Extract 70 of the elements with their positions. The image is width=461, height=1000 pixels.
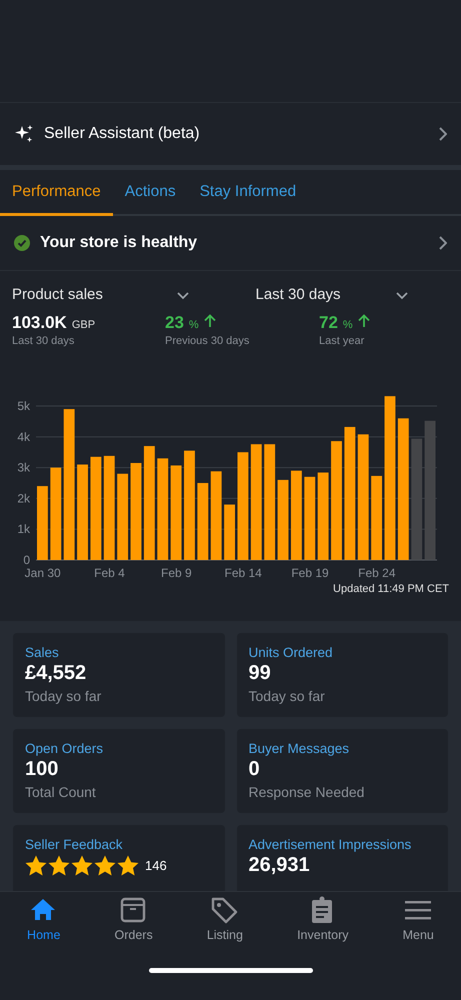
stat-value: 23 xyxy=(165,313,184,333)
axis-label: 1k xyxy=(17,522,30,536)
updated-time: Updated 11:49 PM CET xyxy=(332,583,450,595)
nav-tab[interactable]: Orders xyxy=(110,896,157,960)
star-icon xyxy=(71,855,93,876)
chevron-right-icon xyxy=(437,235,447,251)
star-icon xyxy=(94,855,116,876)
dropdown[interactable]: Product sales xyxy=(12,286,226,303)
sparkle-icon xyxy=(14,124,34,144)
tab[interactable]: Performance xyxy=(0,170,113,216)
tab[interactable]: Stay Informed xyxy=(188,170,308,216)
card-title: Buyer Messages xyxy=(248,741,350,756)
stat-value: 72 xyxy=(319,313,338,333)
health-label: Your store is healthy xyxy=(40,234,198,252)
stat-caption: Last year xyxy=(319,335,366,347)
card-value: £4,552 xyxy=(25,662,88,685)
nav-tab[interactable]: Listing xyxy=(202,896,247,960)
axis-label: 2k xyxy=(17,491,30,506)
nav-tab[interactable]: Home xyxy=(23,896,64,960)
unit-label: GBP xyxy=(72,319,96,331)
card-value: 100 xyxy=(25,758,60,781)
assistant-row[interactable]: Seller Assistant (beta) xyxy=(0,103,461,165)
metric-card[interactable]: Seller Feedback 146 xyxy=(13,825,224,891)
axis-label: 3k xyxy=(17,460,30,475)
rating-count: 146 xyxy=(145,858,167,873)
card-title: Sales xyxy=(25,645,60,660)
axis-label: Jan 30 xyxy=(24,566,61,580)
nav-tab[interactable]: Menu xyxy=(398,896,438,960)
axis-label: Feb 9 xyxy=(161,566,192,580)
card-title: Open Orders xyxy=(25,741,104,756)
unit-label: % xyxy=(342,319,353,331)
metric-card[interactable]: Advertisement Impressions 26,931 xyxy=(236,825,448,891)
axis-label: Feb 14 xyxy=(224,566,262,580)
chevron-right-icon xyxy=(437,126,447,142)
card-title: Advertisement Impressions xyxy=(248,837,412,852)
tab[interactable]: Actions xyxy=(112,170,188,216)
axis-label: Feb 19 xyxy=(291,566,329,580)
metric-card[interactable]: Sales £4,552 Today so far xyxy=(13,633,224,717)
card-title: Units Ordered xyxy=(248,645,334,660)
assistant-label: Seller Assistant (beta) xyxy=(44,125,201,143)
axis-label: Feb 24 xyxy=(358,566,396,580)
axis-label: Feb 4 xyxy=(94,566,125,580)
tag-icon xyxy=(210,896,240,924)
bar xyxy=(224,504,235,560)
arrow-up-icon xyxy=(358,314,370,328)
arrow-up-icon xyxy=(204,314,216,328)
axis-label: 5k xyxy=(17,399,30,414)
axis-label: 0 xyxy=(23,553,30,567)
star-icon xyxy=(117,855,139,876)
stat-value: 103.0K xyxy=(12,313,67,333)
unit-label: % xyxy=(188,319,199,331)
card-title: Seller Feedback xyxy=(25,837,124,852)
card-caption: Response Needed xyxy=(248,784,366,800)
card-value: 26,931 xyxy=(248,854,311,877)
card-value: 0 xyxy=(248,758,261,781)
metric-card[interactable]: Buyer Messages 0 Response Needed xyxy=(236,729,448,813)
stat-caption: Last 30 days xyxy=(12,335,76,347)
axis-label: 4k xyxy=(17,430,30,444)
metric-card[interactable]: Units Ordered 99 Today so far xyxy=(236,633,448,717)
card-value: 99 xyxy=(248,662,272,685)
card-caption: Total Count xyxy=(25,784,97,800)
metric-card[interactable]: Open Orders 100 Total Count xyxy=(13,729,224,813)
dropdown[interactable]: Last 30 days xyxy=(236,286,449,303)
nav-tab[interactable]: Inventory xyxy=(293,896,352,960)
star-icon xyxy=(25,855,47,876)
stat-caption: Previous 30 days xyxy=(165,335,250,347)
store-health-row[interactable]: Your store is healthy xyxy=(0,216,461,271)
star-icon xyxy=(48,855,70,876)
card-caption: Today so far xyxy=(248,688,326,704)
card-caption: Today so far xyxy=(25,688,102,704)
